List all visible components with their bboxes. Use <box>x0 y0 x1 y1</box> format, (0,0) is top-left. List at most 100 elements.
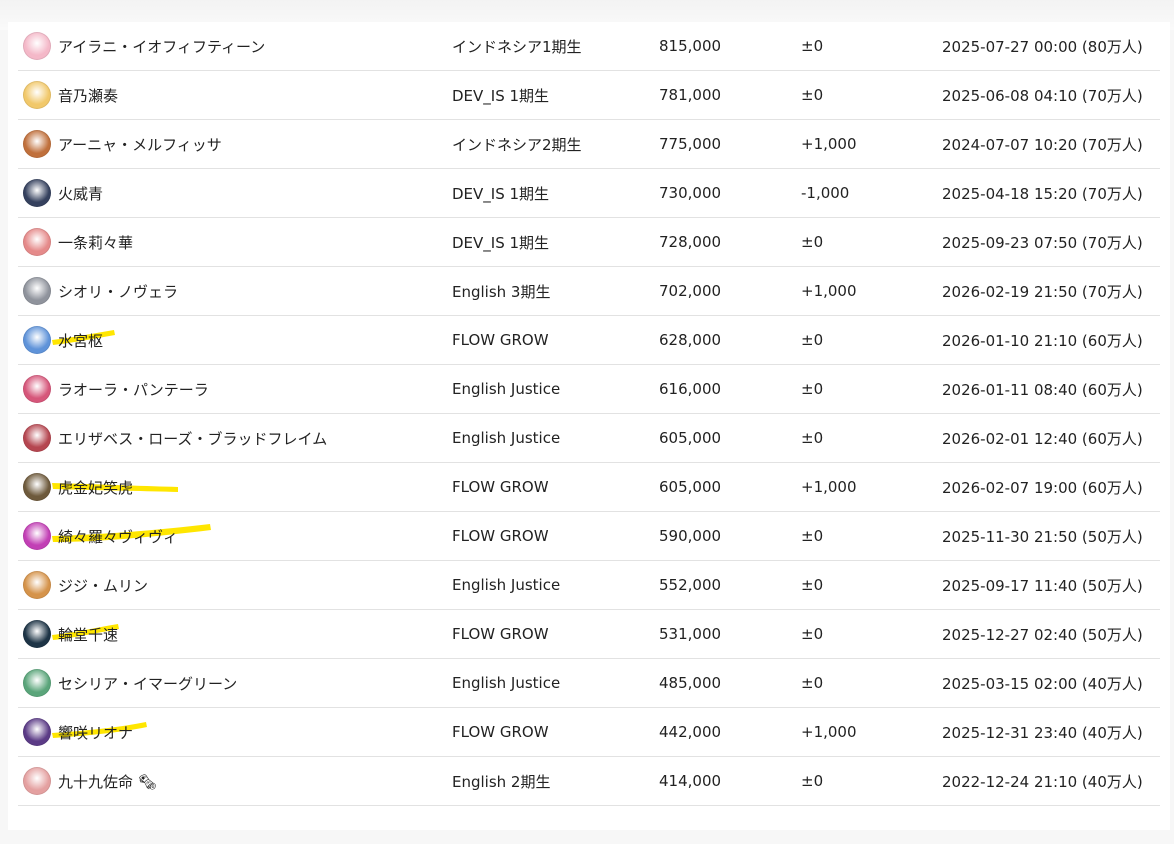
milestone-date-cell: 2026-01-11 08:40 (60万人) <box>941 364 1160 414</box>
group-cell: DEV_IS 1期生 <box>451 168 658 218</box>
avatar[interactable] <box>23 424 51 452</box>
name-cell: ラオーラ・パンテーラ <box>18 364 451 414</box>
daily-diff-cell: ±0 <box>800 658 941 708</box>
talent-name-link[interactable]: 火威青 <box>58 183 103 204</box>
group-cell: English Justice <box>451 413 658 463</box>
talent-name-link[interactable]: 虎金妃笑虎 <box>58 477 133 498</box>
daily-diff-cell: +1,000 <box>800 707 941 757</box>
name-cell: 虎金妃笑虎 <box>18 462 451 512</box>
talent-name-link[interactable]: 音乃瀬奏 <box>58 85 118 106</box>
subscriber-count-cell: 552,000 <box>658 560 800 610</box>
subscriber-count-cell: 781,000 <box>658 70 800 120</box>
milestone-date-cell: 2025-09-23 07:50 (70万人) <box>941 217 1160 267</box>
name-cell: 音乃瀬奏 <box>18 70 451 120</box>
table-row: セシリア・イマーグリーン English Justice 485,000 ±0 2025… <box>18 658 1160 708</box>
group-cell: DEV_IS 1期生 <box>451 70 658 120</box>
group-cell: DEV_IS 1期生 <box>451 217 658 267</box>
daily-diff-cell: ±0 <box>800 217 941 267</box>
subscriber-count-cell: 628,000 <box>658 315 800 365</box>
daily-diff-cell: ±0 <box>800 511 941 561</box>
group-cell: English 2期生 <box>451 756 658 806</box>
daily-diff-cell: ±0 <box>800 315 941 365</box>
talent-name-link[interactable]: 一条莉々華 <box>58 232 133 253</box>
avatar[interactable] <box>23 767 51 795</box>
subscriber-count-cell: 775,000 <box>658 119 800 169</box>
milestone-date-cell: 2025-11-30 21:50 (50万人) <box>941 511 1160 561</box>
talent-name-link[interactable]: アイラニ・イオフィフティーン <box>58 36 265 57</box>
milestone-date-cell: 2026-01-10 21:10 (60万人) <box>941 315 1160 365</box>
avatar[interactable] <box>23 669 51 697</box>
table-row: 響咲リオナ FLOW GROW 442,000 +1,000 2025-12-31 23… <box>18 707 1160 757</box>
subscriber-count-cell: 485,000 <box>658 658 800 708</box>
avatar[interactable] <box>23 179 51 207</box>
avatar[interactable] <box>23 326 51 354</box>
avatar[interactable] <box>23 473 51 501</box>
milestone-date-cell: 2025-09-17 11:40 (50万人) <box>941 560 1160 610</box>
table-row: 一条莉々華 DEV_IS 1期生 728,000 ±0 2025-09-23 07:50… <box>18 217 1160 267</box>
table-row: 虎金妃笑虎 FLOW GROW 605,000 +1,000 2026-02-07 19… <box>18 462 1160 512</box>
table-row: ジジ・ムリン English Justice 552,000 ±0 2025-09-17… <box>18 560 1160 610</box>
avatar[interactable] <box>23 32 51 60</box>
group-cell: FLOW GROW <box>451 609 658 659</box>
avatar[interactable] <box>23 277 51 305</box>
table-row: 火威青 DEV_IS 1期生 730,000 -1,000 2025-04-18 15:… <box>18 168 1160 218</box>
daily-diff-cell: +1,000 <box>800 462 941 512</box>
daily-diff-cell: ±0 <box>800 22 941 71</box>
talent-name-link[interactable]: 綺々羅々ヴィヴィ <box>58 526 178 547</box>
table-row: アイラニ・イオフィフティーン インドネシア1期生 815,000 ±0 2025-07-… <box>18 22 1160 71</box>
milestone-date-cell: 2025-04-18 15:20 (70万人) <box>941 168 1160 218</box>
avatar[interactable] <box>23 228 51 256</box>
talent-name-link[interactable]: ジジ・ムリン <box>58 575 148 596</box>
milestone-date-cell: 2025-12-31 23:40 (40万人) <box>941 707 1160 757</box>
table-row: 輪堂千速 FLOW GROW 531,000 ±0 2025-12-27 02:40 (… <box>18 609 1160 659</box>
name-cell: 綺々羅々ヴィヴィ <box>18 511 451 561</box>
daily-diff-cell: ±0 <box>800 70 941 120</box>
talent-name-link[interactable]: シオリ・ノヴェラ <box>58 281 178 302</box>
avatar[interactable] <box>23 81 51 109</box>
avatar[interactable] <box>23 571 51 599</box>
milestone-date-cell: 2026-02-19 21:50 (70万人) <box>941 266 1160 316</box>
talent-name-link[interactable]: セシリア・イマーグリーン <box>58 673 237 694</box>
group-cell: FLOW GROW <box>451 315 658 365</box>
avatar[interactable] <box>23 375 51 403</box>
table-row: 九十九佐命 🗞 English 2期生 414,000 ±0 2022-12-24 21… <box>18 756 1160 806</box>
daily-diff-cell: +1,000 <box>800 266 941 316</box>
subscriber-count-cell: 531,000 <box>658 609 800 659</box>
subscriber-count-cell: 414,000 <box>658 756 800 806</box>
group-cell: インドネシア1期生 <box>451 22 658 71</box>
avatar[interactable] <box>23 620 51 648</box>
milestone-date-cell: 2025-07-27 00:00 (80万人) <box>941 22 1160 71</box>
talent-name-link[interactable]: 響咲リオナ <box>58 722 133 743</box>
table-row: 水宮枢 FLOW GROW 628,000 ±0 2026-01-10 21:10 (6… <box>18 315 1160 365</box>
talent-name-link[interactable]: 輪堂千速 <box>58 624 118 645</box>
name-cell: 九十九佐命 🗞 <box>18 756 451 806</box>
group-cell: English Justice <box>451 364 658 414</box>
talent-name-link[interactable]: エリザベス・ローズ・ブラッドフレイム <box>58 428 327 449</box>
talent-name-link[interactable]: 水宮枢 <box>58 330 103 351</box>
group-cell: インドネシア2期生 <box>451 119 658 169</box>
name-cell: ジジ・ムリン <box>18 560 451 610</box>
group-cell: English Justice <box>451 658 658 708</box>
table-body: アイラニ・イオフィフティーン インドネシア1期生 815,000 ±0 2025-07-… <box>18 22 1160 806</box>
milestone-date-cell: 2025-03-15 02:00 (40万人) <box>941 658 1160 708</box>
name-cell: 響咲リオナ <box>18 707 451 757</box>
avatar[interactable] <box>23 522 51 550</box>
name-cell: アイラニ・イオフィフティーン <box>18 22 451 71</box>
subscriber-count-cell: 605,000 <box>658 462 800 512</box>
talent-name-link[interactable]: ラオーラ・パンテーラ <box>58 379 209 400</box>
group-cell: English Justice <box>451 560 658 610</box>
ranking-panel: アイラニ・イオフィフティーン インドネシア1期生 815,000 ±0 2025-07-… <box>8 22 1170 830</box>
daily-diff-cell: ±0 <box>800 609 941 659</box>
name-cell: 輪堂千速 <box>18 609 451 659</box>
subscriber-count-cell: 730,000 <box>658 168 800 218</box>
talent-name-link[interactable]: 九十九佐命 🗞 <box>58 771 157 792</box>
daily-diff-cell: ±0 <box>800 364 941 414</box>
name-cell: シオリ・ノヴェラ <box>18 266 451 316</box>
milestone-date-cell: 2025-12-27 02:40 (50万人) <box>941 609 1160 659</box>
avatar[interactable] <box>23 130 51 158</box>
subscriber-ranking-table: アイラニ・イオフィフティーン インドネシア1期生 815,000 ±0 2025-07-… <box>18 22 1160 806</box>
avatar[interactable] <box>23 718 51 746</box>
talent-name-link[interactable]: アーニャ・メルフィッサ <box>58 134 222 155</box>
subscriber-count-cell: 442,000 <box>658 707 800 757</box>
milestone-date-cell: 2025-06-08 04:10 (70万人) <box>941 70 1160 120</box>
